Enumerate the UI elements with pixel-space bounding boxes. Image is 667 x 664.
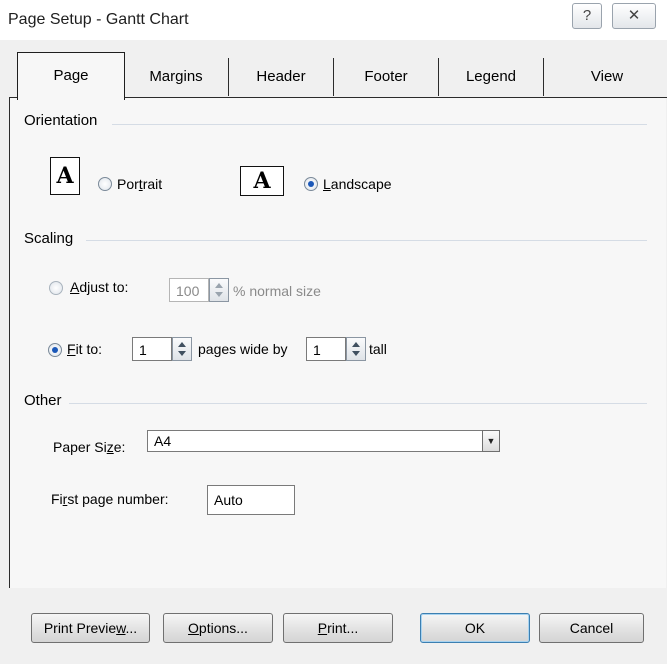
orientation-divider — [112, 124, 647, 125]
help-icon: ? — [582, 7, 592, 24]
adjust-to-radio[interactable] — [49, 281, 63, 295]
tab-header[interactable]: Header — [229, 58, 334, 96]
landscape-label[interactable]: Landscape — [323, 176, 392, 192]
portrait-radio[interactable] — [98, 177, 112, 191]
tab-footer[interactable]: Footer — [334, 58, 439, 96]
other-group-label: Other — [24, 392, 62, 409]
first-page-number-input[interactable]: Auto — [207, 485, 295, 515]
normal-size-label: % normal size — [233, 283, 321, 299]
close-icon: ✕ — [627, 7, 641, 24]
tab-legend[interactable]: Legend — [439, 58, 544, 96]
fit-to-label[interactable]: Fit to: — [67, 341, 102, 357]
tab-view[interactable]: View — [555, 58, 659, 96]
window-title: Page Setup - Gantt Chart — [8, 11, 189, 28]
portrait-label[interactable]: Portrait — [117, 176, 162, 192]
fit-pages-wide-input[interactable]: 1 — [132, 337, 172, 361]
ok-button[interactable]: OK — [420, 613, 530, 643]
landscape-radio[interactable] — [304, 177, 318, 191]
adjust-percent-spinner[interactable] — [209, 278, 229, 302]
first-page-number-label: First page number: — [51, 491, 169, 507]
paper-size-select[interactable]: A4 — [147, 430, 483, 452]
options-button[interactable]: Options... — [163, 613, 273, 643]
adjust-percent-input[interactable]: 100 — [169, 278, 209, 302]
fit-pages-tall-spinner[interactable] — [346, 337, 366, 361]
fit-pages-wide-spinner[interactable] — [172, 337, 192, 361]
pages-wide-by-label: pages wide by — [198, 341, 288, 357]
help-button[interactable]: ? — [572, 3, 602, 29]
scaling-divider — [86, 240, 647, 241]
tab-page[interactable]: Page — [17, 52, 125, 100]
chevron-down-icon[interactable]: ▼ — [482, 430, 500, 452]
landscape-page-icon: A — [240, 166, 284, 196]
tall-label: tall — [369, 341, 387, 357]
tab-margins[interactable]: Margins — [124, 58, 229, 96]
paper-size-label: Paper Size: — [53, 439, 126, 455]
cancel-button[interactable]: Cancel — [539, 613, 644, 643]
adjust-to-label[interactable]: Adjust to: — [70, 279, 128, 295]
scaling-group-label: Scaling — [24, 230, 74, 247]
print-preview-button[interactable]: Print Preview... — [31, 613, 150, 643]
print-button[interactable]: Print... — [283, 613, 393, 643]
fit-to-radio[interactable] — [48, 343, 62, 357]
title-bar: Page Setup - Gantt Chart ? ✕ — [0, 0, 667, 40]
portrait-page-icon: A — [50, 157, 80, 195]
orientation-group-label: Orientation — [24, 112, 98, 129]
close-button[interactable]: ✕ — [612, 3, 656, 29]
fit-pages-tall-input[interactable]: 1 — [306, 337, 346, 361]
other-divider — [69, 403, 647, 404]
